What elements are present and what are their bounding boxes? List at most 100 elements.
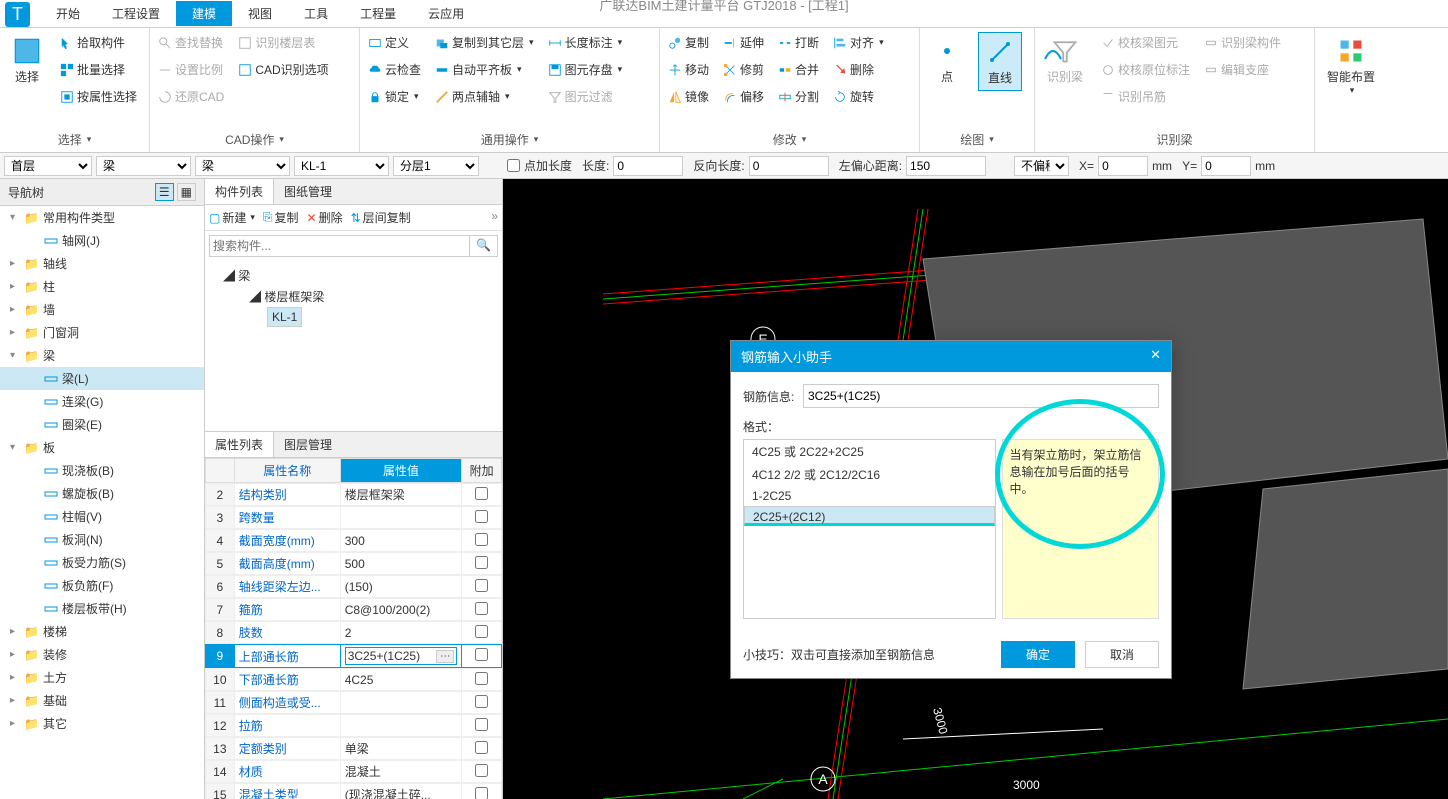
delete-component[interactable]: ✕删除 [307,209,343,226]
tree-category[interactable]: ▾📁 板 [0,436,204,459]
tree-category[interactable]: ▸📁 基础 [0,689,204,712]
length-input[interactable] [613,156,683,176]
search-icon[interactable]: 🔍 [470,235,498,257]
close-icon[interactable]: ✕ [1150,347,1161,366]
lock[interactable]: 锁定▾ [366,86,423,107]
line-button[interactable]: 直线 [978,32,1022,91]
nav-view-list-icon[interactable]: ☰ [155,183,174,201]
tree-category[interactable]: ▸📁 土方 [0,666,204,689]
copy-component[interactable]: ⎘复制 [263,209,299,226]
more-icon[interactable]: ⋯ [436,650,454,663]
two-point-aux[interactable]: 两点辅轴▾ [433,86,536,107]
tree-item[interactable]: 连梁(G) [0,390,204,413]
property-row[interactable]: 13定额类别单梁 [205,737,502,760]
move[interactable]: 移动 [666,59,711,80]
tab-component-list[interactable]: 构件列表 [205,179,274,204]
delete[interactable]: 删除 [831,59,886,80]
property-row[interactable]: 11侧面构造或受... [205,691,502,714]
property-row[interactable]: 9上部通长筋3C25+(1C25)⋯ [205,644,502,668]
nav-view-grid-icon[interactable]: ▦ [177,183,196,201]
pointlen-checkbox[interactable] [507,159,520,172]
rotate[interactable]: 旋转 [831,86,886,107]
save-element[interactable]: 图元存盘▾ [546,59,625,80]
property-row[interactable]: 2结构类别楼层框架梁 [205,483,502,506]
tree-item[interactable]: 圈梁(E) [0,413,204,436]
clist-item-selected[interactable]: KL-1 [267,307,302,327]
ok-button[interactable]: 确定 [1001,641,1075,668]
property-row[interactable]: 15混凝土类型(现浇混凝土碎... [205,783,502,799]
identify-beam-button[interactable]: 识别梁 [1041,32,1089,89]
property-row[interactable]: 3跨数量 [205,506,502,529]
search-input[interactable] [209,235,470,257]
mirror[interactable]: 镜像 [666,86,711,107]
tree-item[interactable]: 现浇板(B) [0,459,204,482]
format-item[interactable]: 2C25+(2C12) [744,506,995,526]
tab-properties[interactable]: 属性列表 [205,432,274,457]
tab-cloud[interactable]: 云应用 [412,1,480,26]
new-component[interactable]: ▢新建▾ [209,209,255,226]
clist-category[interactable]: ◢ 楼层框架梁 [209,286,498,307]
property-row[interactable]: 5截面高度(mm)500 [205,552,502,575]
break[interactable]: 打断 [776,32,821,53]
extend[interactable]: 延伸 [721,32,766,53]
tree-category[interactable]: ▸📁 轴线 [0,252,204,275]
tree-item[interactable]: 楼层板带(H) [0,597,204,620]
x-input[interactable] [1098,156,1148,176]
tree-category[interactable]: ▸📁 门窗洞 [0,321,204,344]
tree-category[interactable]: ▾📁 常用构件类型 [0,206,204,229]
property-row[interactable]: 6轴线距梁左边...(150) [205,575,502,598]
merge[interactable]: 合并 [776,59,821,80]
define[interactable]: 定义 [366,32,423,53]
auto-level[interactable]: 自动平齐板▾ [433,59,536,80]
format-list[interactable]: 4C25 或 2C22+2C254C12 2/2 或 2C12/2C161-2C… [743,439,996,619]
tree-category[interactable]: ▸📁 墙 [0,298,204,321]
tab-start[interactable]: 开始 [40,1,96,26]
tree-item[interactable]: 板受力筋(S) [0,551,204,574]
split[interactable]: 分割 [776,86,821,107]
type2-select[interactable]: 梁 [195,156,290,176]
tab-drawing-mgmt[interactable]: 图纸管理 [274,179,342,204]
nooffset-select[interactable]: 不偏移 [1014,156,1069,176]
tree-item[interactable]: 板洞(N) [0,528,204,551]
y-input[interactable] [1201,156,1251,176]
tab-project[interactable]: 工程设置 [96,1,176,26]
layer-select[interactable]: 分层1 [393,156,479,176]
length-dim[interactable]: 长度标注▾ [546,32,625,53]
tree-category[interactable]: ▸📁 柱 [0,275,204,298]
tree-category[interactable]: ▸📁 装修 [0,643,204,666]
tab-model[interactable]: 建模 [176,1,232,26]
offset-input[interactable] [906,156,986,176]
smart-layout-button[interactable]: 智能布置▾ [1321,32,1381,100]
pick-component[interactable]: 拾取构件 [58,32,139,53]
tree-item[interactable]: 螺旋板(B) [0,482,204,505]
trim[interactable]: 修剪 [721,59,766,80]
tree-item[interactable]: 轴网(J) [0,229,204,252]
tree-category[interactable]: ▾📁 梁 [0,344,204,367]
tree-category[interactable]: ▸📁 其它 [0,712,204,735]
type-select[interactable]: 梁 [96,156,191,176]
offset[interactable]: 偏移 [721,86,766,107]
cad-options[interactable]: CAD识别选项 [236,59,330,80]
tree-category[interactable]: ▸📁 楼梯 [0,620,204,643]
component-select[interactable]: KL-1 [294,156,389,176]
tab-tools[interactable]: 工具 [288,1,344,26]
tree-item[interactable]: 柱帽(V) [0,505,204,528]
app-icon[interactable]: T [5,2,30,27]
format-item[interactable]: 4C25 或 2C22+2C25 [744,440,995,463]
select-button[interactable]: 选择 [6,32,48,89]
property-row[interactable]: 12拉筋 [205,714,502,737]
property-row[interactable]: 8肢数2 [205,621,502,644]
copy-to-floor[interactable]: 复制到其它层▾ [433,32,536,53]
point-button[interactable]: 点 [926,32,968,89]
tab-view[interactable]: 视图 [232,1,288,26]
property-row[interactable]: 10下部通长筋4C25 [205,668,502,691]
batch-select[interactable]: 批量选择 [58,59,139,80]
revlength-input[interactable] [749,156,829,176]
rebar-info-input[interactable] [803,384,1159,408]
clist-root[interactable]: ◢ 梁 [209,265,498,286]
tree-item[interactable]: 梁(L) [0,367,204,390]
cloud-check[interactable]: 云检查 [366,59,423,80]
select-by-prop[interactable]: 按属性选择 [58,86,139,107]
tab-quantity[interactable]: 工程量 [344,1,412,26]
tree-item[interactable]: 板负筋(F) [0,574,204,597]
